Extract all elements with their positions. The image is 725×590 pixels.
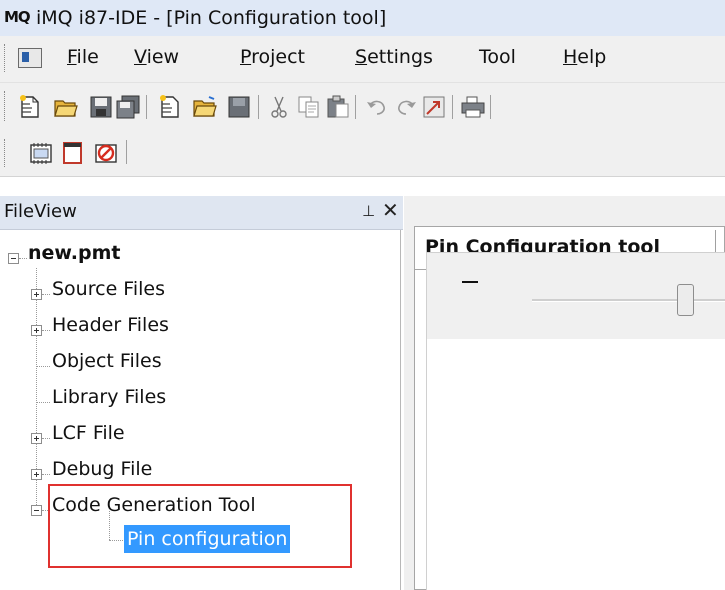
menu-help[interactable]: Help xyxy=(563,46,606,68)
new-file-icon[interactable] xyxy=(17,94,43,120)
collapse-toggle[interactable] xyxy=(31,505,42,516)
tree-line xyxy=(42,294,50,295)
expand-toggle[interactable] xyxy=(31,433,42,444)
toolbar-grip[interactable] xyxy=(4,139,8,167)
menubar-grip[interactable] xyxy=(4,44,8,72)
window-title: iMQ i87-IDE - [Pin Configuration tool] xyxy=(36,7,387,29)
tree-item-lcf-file[interactable]: LCF File xyxy=(52,422,125,444)
save-icon[interactable] xyxy=(88,94,114,120)
new-project-icon[interactable] xyxy=(157,94,183,120)
zoom-slider-thumb[interactable] xyxy=(677,284,694,316)
pin-grid-icon[interactable] xyxy=(28,140,54,166)
menu-tool[interactable]: Tool xyxy=(479,46,516,68)
close-icon[interactable]: ✕ xyxy=(382,198,399,222)
document-icon[interactable] xyxy=(18,48,42,68)
no-debug-icon[interactable] xyxy=(93,140,119,166)
expand-toggle[interactable] xyxy=(31,469,42,480)
fileview-header: FileView ⊥ ✕ xyxy=(0,196,403,230)
open-folder-icon[interactable] xyxy=(53,94,79,120)
menu-file[interactable]: File xyxy=(67,46,99,68)
pin-icon[interactable]: ⊥ xyxy=(362,202,375,220)
expand-toggle[interactable] xyxy=(31,289,42,300)
project-root[interactable]: new.pmt xyxy=(28,242,120,264)
tree-line xyxy=(36,402,50,403)
close-project-icon[interactable] xyxy=(226,94,252,120)
find-icon[interactable] xyxy=(421,94,447,120)
toolbar-separator xyxy=(355,95,356,119)
fileview-title: FileView xyxy=(4,201,77,222)
toolbar-separator xyxy=(490,95,491,119)
print-icon[interactable] xyxy=(460,94,486,120)
app-logo: MQ xyxy=(4,8,31,26)
toolbar-grip[interactable] xyxy=(4,91,8,121)
toolbar-separator xyxy=(126,140,127,164)
toolbar-separator xyxy=(146,95,147,119)
menu-project[interactable]: Project xyxy=(240,46,305,68)
tree-line xyxy=(42,438,50,439)
tree-item-pin-configuration[interactable]: Pin configuration xyxy=(124,525,291,553)
tree-item-source-files[interactable]: Source Files xyxy=(52,278,165,300)
window-icon[interactable] xyxy=(60,140,86,166)
debug-toolbar xyxy=(0,131,725,177)
pin-canvas[interactable] xyxy=(426,339,725,590)
tree-item-object-files[interactable]: Object Files xyxy=(52,350,162,372)
tree-line xyxy=(42,474,50,475)
title-bar: MQ iMQ i87-IDE - [Pin Configuration tool… xyxy=(0,0,725,36)
menu-view[interactable]: View xyxy=(134,46,179,68)
paste-icon[interactable] xyxy=(325,94,351,120)
zoom-slider-track[interactable] xyxy=(532,299,725,302)
tree-line xyxy=(42,330,50,331)
tree-item-header-files[interactable]: Header Files xyxy=(52,314,169,336)
zoom-out-icon[interactable] xyxy=(462,281,478,283)
menu-bar: File View Project Settings Tool Help xyxy=(0,36,725,83)
open-project-icon[interactable] xyxy=(192,94,218,120)
save-all-icon[interactable] xyxy=(115,94,141,120)
undo-icon[interactable] xyxy=(364,94,390,120)
tree-line xyxy=(36,366,50,367)
expand-toggle[interactable] xyxy=(31,325,42,336)
menu-settings[interactable]: Settings xyxy=(355,46,433,68)
toolbar-separator xyxy=(258,95,259,119)
collapse-toggle[interactable] xyxy=(8,253,19,264)
copy-icon[interactable] xyxy=(296,94,322,120)
cut-icon[interactable] xyxy=(266,94,292,120)
tree-item-debug-file[interactable]: Debug File xyxy=(52,458,152,480)
toolbar-separator xyxy=(452,95,453,119)
tree-line xyxy=(19,258,27,259)
tree-item-library-files[interactable]: Library Files xyxy=(52,386,166,408)
standard-toolbar xyxy=(0,83,725,131)
redo-icon[interactable] xyxy=(393,94,419,120)
